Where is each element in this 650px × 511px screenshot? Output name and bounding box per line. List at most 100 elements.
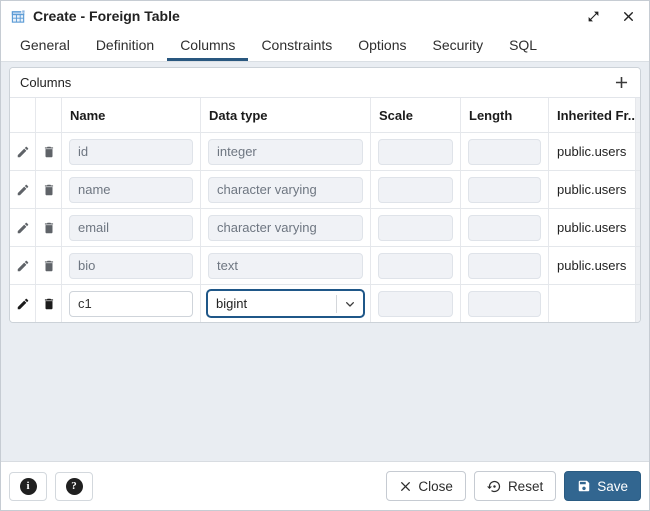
column-type-input [208, 214, 363, 241]
column-length-input [468, 176, 541, 203]
delete-row-button[interactable] [36, 171, 61, 208]
inherited-from-value [549, 285, 636, 322]
save-button[interactable]: Save [564, 471, 641, 501]
title-bar: Create - Foreign Table [1, 1, 649, 31]
columns-grid-body: integer public.users [10, 132, 640, 322]
tab-general[interactable]: General [7, 31, 83, 61]
edit-row-button[interactable] [10, 133, 35, 170]
plus-icon [612, 73, 631, 92]
close-dialog-button[interactable]: Close [386, 471, 466, 501]
tab-constraints[interactable]: Constraints [248, 31, 345, 61]
column-scale-input [378, 290, 453, 317]
create-foreign-table-dialog: Create - Foreign Table General Definitio… [0, 0, 650, 511]
close-button[interactable] [619, 7, 637, 25]
column-type-input [208, 138, 363, 165]
pencil-icon [16, 145, 30, 159]
column-length-input [468, 252, 541, 279]
column-type-input [208, 176, 363, 203]
pencil-icon [16, 183, 30, 197]
tab-columns[interactable]: Columns [167, 31, 249, 61]
tab-content: Columns Name Data type Scale Length Inhe… [1, 62, 649, 461]
delete-row-button[interactable] [36, 285, 61, 322]
header-cell-scale: Scale [371, 98, 461, 132]
trash-icon [42, 183, 56, 197]
help-button[interactable]: ? [55, 471, 93, 501]
header-cell-inherited-from: Inherited Fr... [549, 98, 636, 132]
header-cell-delete [36, 98, 62, 132]
trash-icon [42, 221, 56, 235]
trash-icon [42, 259, 56, 273]
column-length-input [468, 214, 541, 241]
table-row: character varying public.users [10, 170, 640, 208]
pencil-icon [16, 221, 30, 235]
table-row: character varying public.users [10, 208, 640, 246]
inherited-from-value: public.users [549, 247, 636, 284]
table-row: integer public.users [10, 132, 640, 170]
scrollbar-track [636, 98, 640, 132]
tab-options[interactable]: Options [345, 31, 419, 61]
table-row: text public.users [10, 246, 640, 284]
scrollbar-track [636, 209, 640, 246]
scrollbar-track [636, 171, 640, 208]
column-type-value: bigint [216, 296, 248, 311]
scrollbar-track [636, 133, 640, 170]
reset-button-label: Reset [507, 478, 544, 494]
info-button[interactable]: i [9, 471, 47, 501]
column-type-input [208, 252, 363, 279]
dialog-title: Create - Foreign Table [33, 8, 180, 24]
edit-row-button[interactable] [10, 171, 35, 208]
reset-button[interactable]: Reset [473, 471, 557, 501]
header-cell-data-type: Data type [201, 98, 371, 132]
expand-icon [587, 10, 600, 23]
help-icon: ? [65, 477, 83, 495]
close-button-label: Close [418, 478, 453, 494]
pencil-icon [16, 259, 30, 273]
column-name-input [69, 176, 193, 203]
delete-row-button[interactable] [36, 247, 61, 284]
delete-row-button[interactable] [36, 133, 61, 170]
column-type-select[interactable]: bigint [206, 289, 365, 318]
column-name-input [69, 252, 193, 279]
trash-icon [42, 297, 56, 311]
column-name-input [69, 138, 193, 165]
delete-row-button[interactable] [36, 209, 61, 246]
edit-row-button[interactable] [10, 247, 35, 284]
column-name-input [69, 214, 193, 241]
inherited-from-value: public.users [549, 171, 636, 208]
columns-panel-header: Columns [10, 68, 640, 98]
tab-bar: General Definition Columns Constraints O… [1, 31, 649, 62]
header-cell-length: Length [461, 98, 549, 132]
footer-bar: i ? Close Reset Save [1, 461, 649, 510]
column-length-input [468, 290, 541, 317]
edit-row-button[interactable] [10, 209, 35, 246]
table-row: bigint [10, 284, 640, 322]
pencil-icon [16, 297, 30, 311]
tab-security[interactable]: Security [420, 31, 497, 61]
save-button-label: Save [597, 478, 628, 494]
tab-sql[interactable]: SQL [496, 31, 550, 61]
save-icon [577, 479, 591, 493]
header-cell-name: Name [62, 98, 201, 132]
scrollbar-track [636, 247, 640, 284]
columns-panel: Columns Name Data type Scale Length Inhe… [9, 67, 641, 323]
reset-icon [486, 479, 502, 494]
column-scale-input [378, 176, 453, 203]
trash-icon [42, 145, 56, 159]
select-divider [336, 294, 337, 313]
foreign-table-icon [11, 8, 26, 24]
scrollbar-track [636, 285, 640, 322]
column-name-input[interactable] [69, 290, 193, 317]
inherited-from-value: public.users [549, 133, 636, 170]
edit-row-button[interactable] [10, 285, 35, 322]
column-scale-input [378, 138, 453, 165]
chevron-down-icon [342, 296, 358, 312]
x-icon [399, 480, 412, 493]
tab-definition[interactable]: Definition [83, 31, 167, 61]
column-scale-input [378, 252, 453, 279]
close-icon [622, 10, 635, 23]
header-cell-edit [10, 98, 36, 132]
inherited-from-value: public.users [549, 209, 636, 246]
column-scale-input [378, 214, 453, 241]
expand-button[interactable] [584, 7, 602, 25]
add-column-button[interactable] [608, 71, 634, 95]
